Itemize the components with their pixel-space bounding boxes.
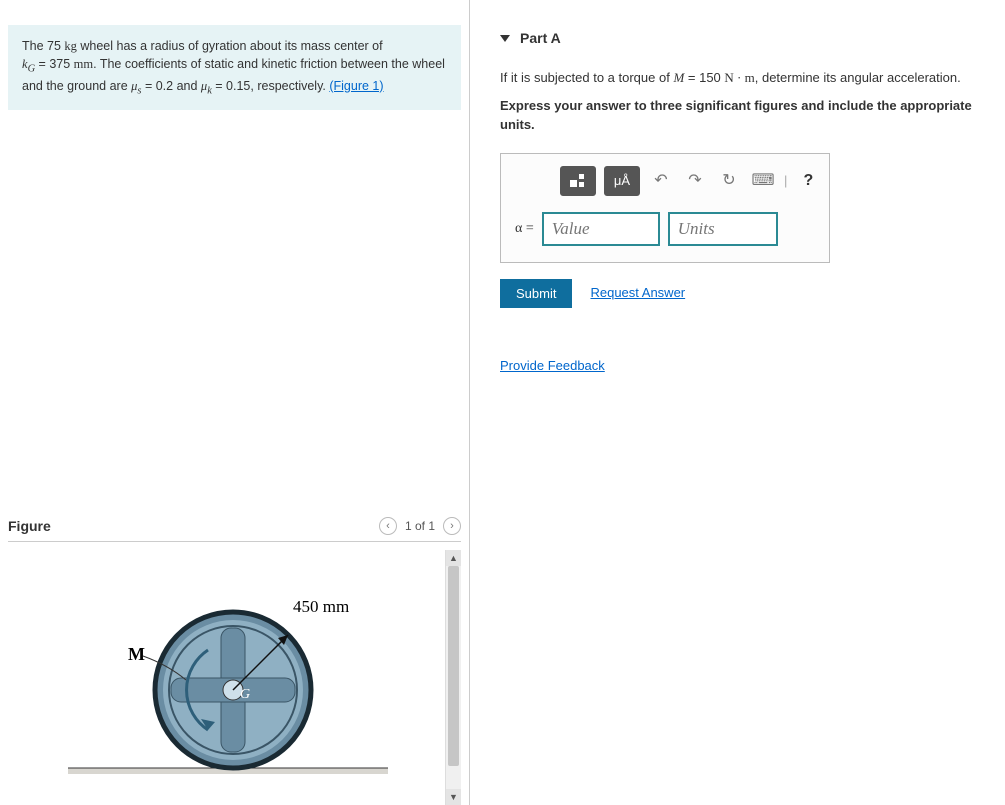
left-panel: The 75 kg wheel has a radius of gyration… (0, 0, 470, 805)
right-panel: Part A If it is subjected to a torque of… (470, 0, 1005, 805)
answer-area: μÅ ↶ ↷ ↻ ⌨ | ? α = (500, 153, 830, 263)
radius-label: 450 mm (293, 597, 349, 616)
keyboard-button[interactable]: ⌨ (750, 166, 776, 196)
divider: | (784, 171, 787, 191)
part-a-body: If it is subjected to a torque of M = 15… (500, 68, 990, 308)
alpha-label: α = (515, 218, 534, 239)
text: = 0.2 and (141, 79, 200, 93)
unit-Nm: N · m (724, 70, 754, 85)
input-row: α = (515, 212, 815, 246)
submit-row: Submit Request Answer (500, 279, 990, 308)
center-label: G (240, 687, 250, 702)
question-text: If it is subjected to a torque of M = 15… (500, 68, 990, 88)
next-figure-button[interactable]: › (443, 517, 461, 535)
prev-figure-button[interactable]: ‹ (379, 517, 397, 535)
value-input[interactable] (542, 212, 660, 246)
figure-image: 450 mm M G (8, 550, 445, 805)
text: . The coefficients of static and kinetic… (93, 57, 445, 71)
text: = 0.15, respectively. (212, 79, 330, 93)
figure-nav: ‹ 1 of 1 › (379, 517, 461, 535)
part-a-header[interactable]: Part A (500, 30, 990, 46)
scroll-thumb[interactable] (448, 566, 459, 766)
submit-button[interactable]: Submit (500, 279, 572, 308)
torque-label: M (128, 644, 145, 664)
text: = 375 (35, 57, 74, 71)
instruction-text: Express your answer to three significant… (500, 96, 990, 135)
help-button[interactable]: ? (795, 166, 821, 196)
units-input[interactable] (668, 212, 778, 246)
text: If it is subjected to a torque of (500, 70, 673, 85)
text: = 150 (684, 70, 724, 85)
unit-mm: mm (74, 57, 93, 71)
M-symbol: M (673, 70, 684, 85)
redo-button[interactable]: ↷ (682, 166, 708, 196)
undo-button[interactable]: ↶ (648, 166, 674, 196)
figure-section: Figure ‹ 1 of 1 › (0, 517, 469, 805)
caret-down-icon (500, 35, 510, 42)
provide-feedback-link[interactable]: Provide Feedback (500, 358, 605, 373)
text: The 75 (22, 39, 64, 53)
symbols-button[interactable]: μÅ (604, 166, 640, 196)
figure-title: Figure (8, 518, 51, 534)
text: and the ground are (22, 79, 131, 93)
text: wheel has a radius of gyration about its… (77, 39, 383, 53)
request-answer-link[interactable]: Request Answer (590, 283, 685, 303)
figure-header: Figure ‹ 1 of 1 › (8, 517, 461, 542)
answer-toolbar: μÅ ↶ ↷ ↻ ⌨ | ? (515, 166, 815, 196)
templates-button[interactable] (560, 166, 596, 196)
text: , determine its angular acceleration. (755, 70, 961, 85)
figure-scrollbar[interactable]: ▲ ▼ (445, 550, 461, 805)
problem-statement: The 75 kg wheel has a radius of gyration… (8, 25, 461, 110)
reset-button[interactable]: ↻ (716, 166, 742, 196)
figure-body: 450 mm M G ▲ ▼ (8, 550, 461, 805)
scroll-up-icon[interactable]: ▲ (446, 550, 461, 566)
unit-kg: kg (64, 39, 77, 53)
figure-link[interactable]: (Figure 1) (329, 79, 383, 93)
kG-sub: G (28, 64, 36, 75)
scroll-down-icon[interactable]: ▼ (446, 789, 461, 805)
part-a-title: Part A (520, 30, 561, 46)
figure-counter: 1 of 1 (405, 519, 435, 533)
